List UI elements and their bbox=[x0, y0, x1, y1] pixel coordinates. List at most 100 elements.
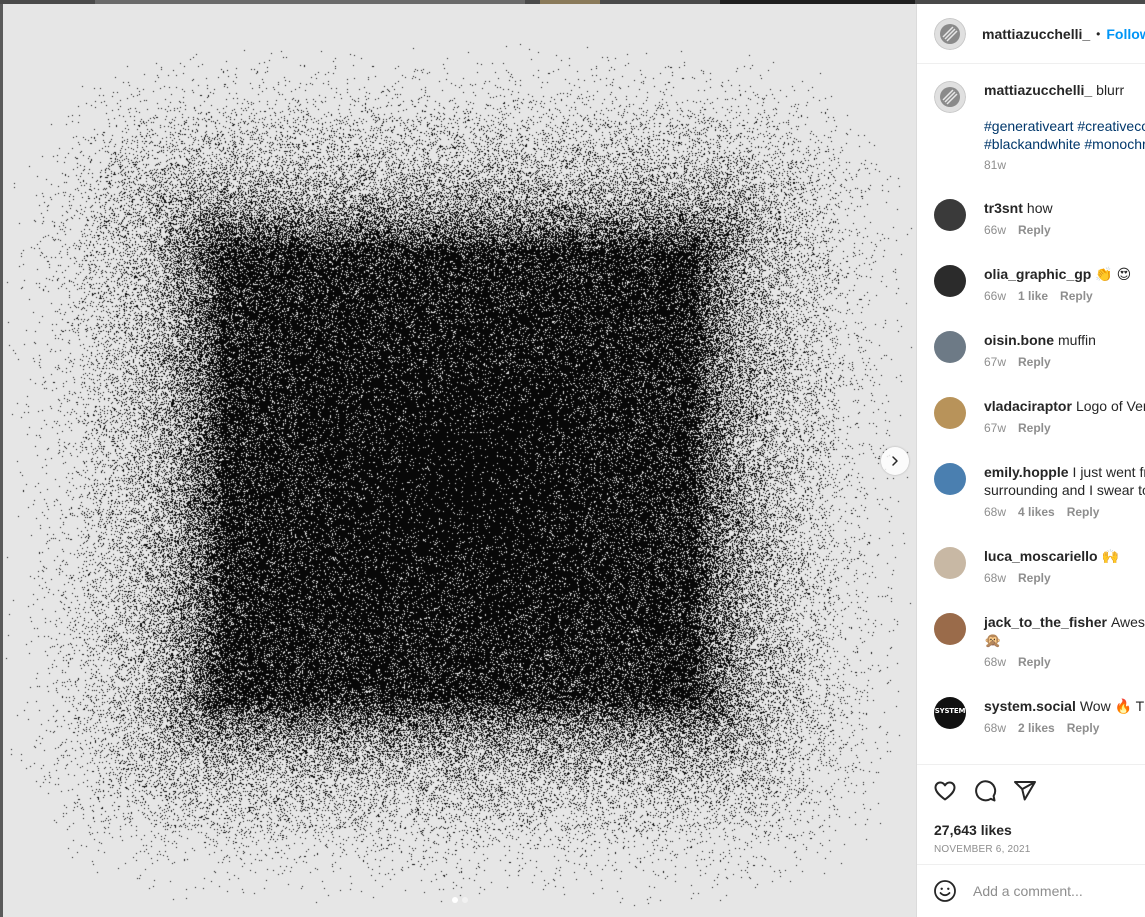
caption-body: blurr bbox=[1096, 82, 1125, 98]
hashtags: #generativeart #creativecoding bbox=[984, 117, 1145, 135]
follow-button[interactable]: Follow bbox=[1106, 26, 1145, 42]
comment-text-line-2: 🙊 bbox=[984, 632, 1002, 648]
comment-likes[interactable]: 2 likes bbox=[1018, 721, 1055, 735]
reply-button[interactable]: Reply bbox=[1018, 223, 1051, 237]
comment-time[interactable]: 66w bbox=[984, 289, 1006, 303]
reply-button[interactable]: Reply bbox=[1067, 721, 1100, 735]
post-date[interactable]: NOVEMBER 6, 2021 bbox=[934, 844, 1031, 855]
generative-art-image bbox=[3, 4, 916, 917]
comment-time[interactable]: 68w bbox=[984, 721, 1006, 735]
comment-input[interactable] bbox=[973, 883, 1145, 899]
avatar-label: SYSTEM bbox=[934, 707, 966, 715]
comment-time[interactable]: 68w bbox=[984, 571, 1006, 585]
carousel-dot bbox=[461, 897, 468, 903]
hashtags-line-1[interactable]: #generativeart #creativecoding bbox=[984, 118, 1145, 134]
commenter-avatar[interactable] bbox=[934, 613, 966, 645]
comment-meta: 68w Reply bbox=[984, 655, 1145, 669]
reply-button[interactable]: Reply bbox=[1060, 289, 1093, 303]
comment-username[interactable]: oisin.bone bbox=[984, 332, 1054, 348]
comment-text: olia_graphic_gp 👏 😍 bbox=[984, 265, 1131, 283]
reply-button[interactable]: Reply bbox=[1018, 355, 1051, 369]
comment-body: 🙌 bbox=[1101, 548, 1120, 564]
comment-meta: 66w Reply bbox=[984, 223, 1053, 237]
comment-username[interactable]: system.social bbox=[984, 698, 1076, 714]
comment-likes[interactable]: 4 likes bbox=[1018, 505, 1055, 519]
commenter-avatar[interactable] bbox=[934, 265, 966, 297]
comment-text: emily.hoppleI just went from bbox=[984, 463, 1145, 481]
comment-row: olia_graphic_gp 👏 😍 66w 1 like Reply bbox=[934, 265, 1145, 303]
heart-icon[interactable] bbox=[933, 779, 957, 803]
comment-row: vladaciraptorLogo of Versace 67w Reply bbox=[934, 397, 1145, 435]
comment-body: Awesome bbox=[1110, 614, 1145, 630]
comment-body: Wow 🔥 This bbox=[1079, 698, 1145, 714]
post-side-panel: mattiazucchelli_ • Follow mattiazucchell… bbox=[916, 4, 1145, 917]
reply-button[interactable]: Reply bbox=[1067, 505, 1100, 519]
commenter-avatar[interactable] bbox=[934, 547, 966, 579]
comment-meta: 68w 4 likes Reply bbox=[984, 505, 1145, 519]
caption-username[interactable]: mattiazucchelli_ bbox=[984, 82, 1092, 98]
add-comment-bar bbox=[917, 864, 1145, 917]
caption-time[interactable]: 81w bbox=[984, 158, 1006, 172]
comment-text: luca_moscariello 🙌 bbox=[984, 547, 1119, 565]
comment-row: luca_moscariello 🙌 68w Reply bbox=[934, 547, 1145, 585]
comment-text: jack_to_the_fisherAwesome bbox=[984, 613, 1145, 631]
comment-body: muffin bbox=[1058, 332, 1096, 348]
comment-text: tr3snt how bbox=[984, 199, 1053, 217]
comment-body: 👏 😍 bbox=[1095, 266, 1132, 282]
commenter-avatar[interactable] bbox=[934, 331, 966, 363]
chevron-right-icon bbox=[892, 456, 898, 466]
commenter-avatar[interactable] bbox=[934, 463, 966, 495]
comment-username[interactable]: emily.hopple bbox=[984, 464, 1069, 480]
comment-username[interactable]: tr3snt bbox=[984, 200, 1023, 216]
comment-likes[interactable]: 1 like bbox=[1018, 289, 1048, 303]
comment-time[interactable]: 68w bbox=[984, 655, 1006, 669]
reply-button[interactable]: Reply bbox=[1018, 421, 1051, 435]
header-separator: • bbox=[1096, 26, 1101, 41]
comment-icon[interactable] bbox=[973, 779, 997, 803]
comment-body: how bbox=[1026, 200, 1053, 216]
comment-meta: 68w Reply bbox=[984, 571, 1119, 585]
likes-count[interactable]: 27,643 likes bbox=[934, 822, 1012, 838]
comment-time[interactable]: 68w bbox=[984, 505, 1006, 519]
carousel-indicator bbox=[3, 897, 916, 903]
comment-row: jack_to_the_fisherAwesome🙊68wReply bbox=[934, 613, 1145, 669]
comment-row: SYSTEM system.socialWow 🔥 This 68w 2 likes R… bbox=[934, 697, 1145, 735]
comment-row: emily.hoppleI just went fromsurrounding … bbox=[934, 463, 1145, 519]
reply-button[interactable]: Reply bbox=[1018, 655, 1051, 669]
hashtags-2: #blackandwhite #monochrome bbox=[984, 135, 1145, 153]
carousel-dot-active bbox=[451, 897, 458, 903]
post-actions: 27,643 likes NOVEMBER 6, 2021 bbox=[917, 764, 1145, 864]
comment-meta: 68w 2 likes Reply bbox=[984, 721, 1145, 735]
comment-row: tr3snt how 66w Reply bbox=[934, 199, 1145, 237]
comment-time[interactable]: 66w bbox=[984, 223, 1006, 237]
comment-username[interactable]: jack_to_the_fisher bbox=[984, 614, 1107, 630]
comment-username[interactable]: vladaciraptor bbox=[984, 398, 1072, 414]
comment-username[interactable]: olia_graphic_gp bbox=[984, 266, 1091, 282]
hashtags-line-2[interactable]: #blackandwhite #monochrome bbox=[984, 136, 1145, 152]
comment-meta: 66w 1 like Reply bbox=[984, 289, 1131, 303]
emoji-icon[interactable] bbox=[933, 879, 957, 903]
reply-button[interactable]: Reply bbox=[1018, 571, 1051, 585]
comment-row: oisin.bone muffin 67w Reply bbox=[934, 331, 1145, 369]
comment-body: I just went from bbox=[1072, 464, 1145, 480]
author-username[interactable]: mattiazucchelli_ bbox=[982, 26, 1090, 42]
commenter-avatar[interactable] bbox=[934, 397, 966, 429]
post-image[interactable] bbox=[3, 4, 916, 917]
comment-text-line-2: surrounding and I swear to god bbox=[984, 482, 1145, 498]
send-icon[interactable] bbox=[1013, 779, 1037, 803]
comment-time[interactable]: 67w bbox=[984, 421, 1006, 435]
comment-text: system.socialWow 🔥 This bbox=[984, 697, 1145, 715]
comment-username[interactable]: luca_moscariello bbox=[984, 548, 1098, 564]
comments-list[interactable]: mattiazucchelli_ blurr #generativeart #cr… bbox=[917, 65, 1145, 764]
author-avatar[interactable] bbox=[934, 81, 966, 113]
comment-time[interactable]: 67w bbox=[984, 355, 1006, 369]
next-image-button[interactable] bbox=[881, 447, 909, 475]
comment-body: Logo of Versace bbox=[1075, 398, 1145, 414]
author-avatar[interactable] bbox=[934, 17, 966, 50]
post-header: mattiazucchelli_ • Follow bbox=[917, 4, 1145, 64]
caption: mattiazucchelli_ blurr #generativeart #cr… bbox=[934, 81, 1145, 172]
commenter-avatar[interactable] bbox=[934, 199, 966, 231]
caption-text: mattiazucchelli_ blurr bbox=[984, 81, 1145, 99]
comment-text: oisin.bone muffin bbox=[984, 331, 1096, 349]
commenter-avatar[interactable]: SYSTEM bbox=[934, 697, 966, 729]
